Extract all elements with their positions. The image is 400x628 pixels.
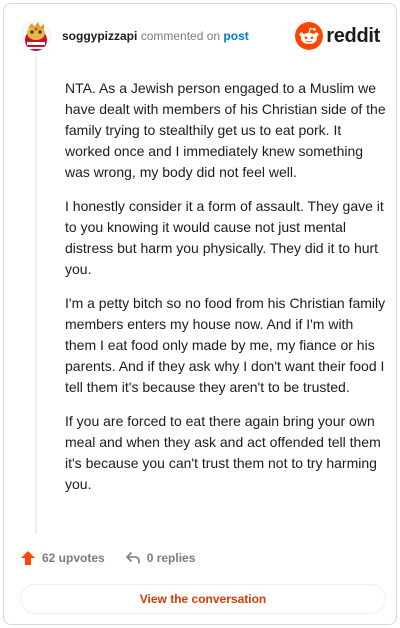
username[interactable]: soggypizzapi <box>62 29 137 43</box>
thread-line <box>35 56 37 534</box>
reply-button[interactable]: 0 replies <box>125 550 196 566</box>
comment-paragraph: I'm a petty bitch so no food from his Ch… <box>65 295 386 395</box>
reddit-wordmark: reddit <box>326 24 380 47</box>
upvote-button[interactable]: 62 upvotes <box>20 550 105 566</box>
comment-paragraph: If you are forced to eat there again bri… <box>65 413 381 492</box>
snoo-avatar-icon <box>25 22 47 51</box>
comment-paragraph: I honestly consider it a form of assault… <box>65 198 384 277</box>
comment-meta: soggypizzapi commented on post <box>62 29 249 44</box>
reply-count: 0 replies <box>146 551 196 565</box>
comment-card: soggypizzapi commented on post reddit NT… <box>3 3 397 625</box>
upvote-count: 62 upvotes <box>42 551 105 565</box>
avatar[interactable] <box>20 20 52 52</box>
commented-on-label: commented on <box>140 29 221 43</box>
comment-actions: 62 upvotes 0 replies <box>20 546 195 570</box>
reddit-logo[interactable]: reddit <box>295 21 380 51</box>
comment-body: NTA. As a Jewish person engaged to a Mus… <box>65 78 387 508</box>
reply-arrow-icon <box>125 552 140 564</box>
post-link[interactable]: post <box>223 29 248 43</box>
view-conversation-button[interactable]: View the conversation <box>20 584 386 614</box>
upvote-arrow-icon <box>21 551 35 565</box>
reddit-snoo-icon <box>295 22 324 50</box>
comment-header: soggypizzapi commented on post reddit <box>20 20 380 54</box>
comment-paragraph: NTA. As a Jewish person engaged to a Mus… <box>65 80 386 180</box>
